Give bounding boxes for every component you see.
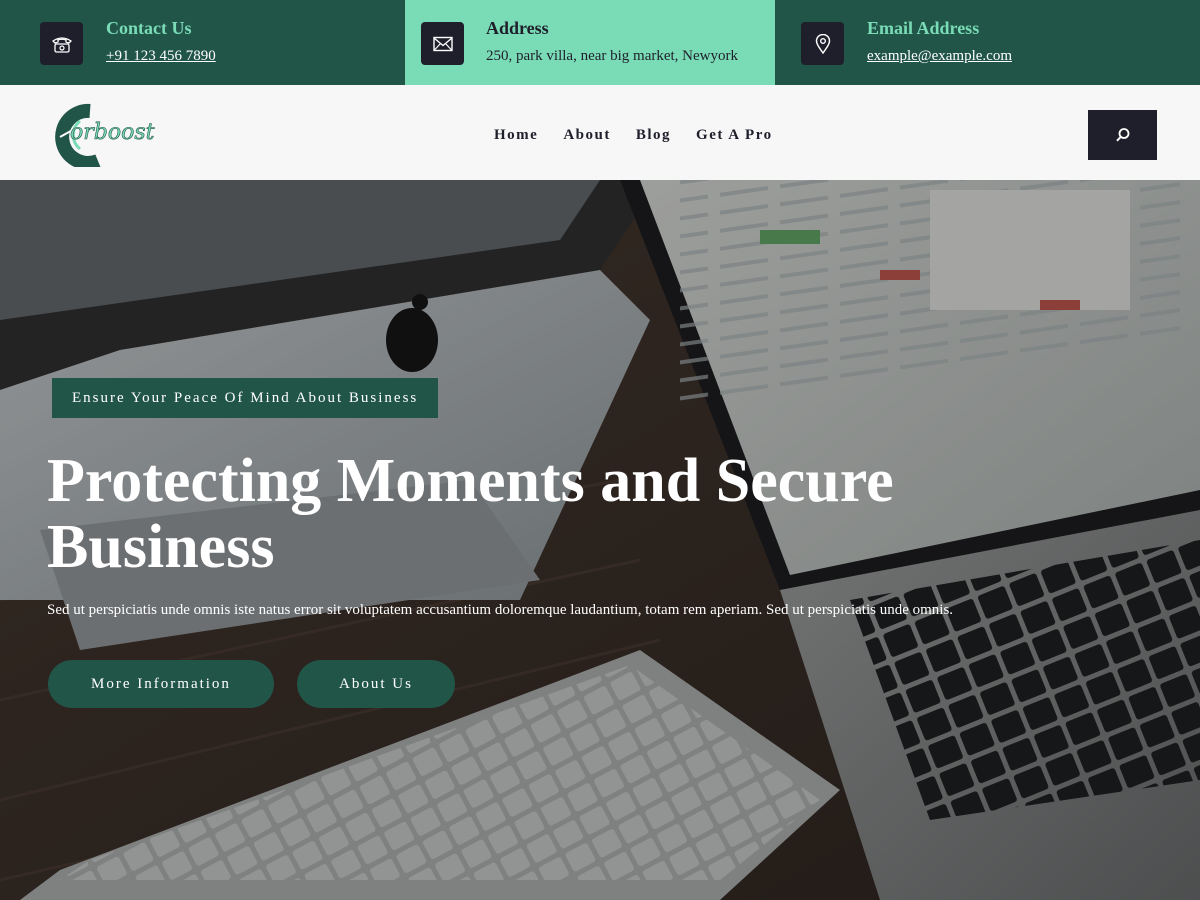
search-icon	[1115, 128, 1129, 142]
hero-title: Protecting Moments and Secure Business	[47, 447, 894, 581]
hero-description: Sed ut perspiciatis unde omnis iste natu…	[47, 602, 954, 618]
address-title: Address	[486, 18, 549, 38]
nav-get-a-pro[interactable]: Get A Pro	[696, 127, 773, 144]
contact-cell: Contact Us +91 123 456 7890	[0, 0, 405, 85]
site-header: orboost Home About Blog Get A Pro	[0, 85, 1200, 180]
search-button[interactable]	[1088, 110, 1157, 160]
main-nav: Home About Blog Get A Pro	[494, 127, 798, 144]
hero-tagline: Ensure Your Peace Of Mind About Business	[52, 378, 439, 418]
about-us-button[interactable]: About Us	[297, 660, 455, 708]
email-title: Email Address	[867, 18, 980, 38]
address-cell: Address 250, park villa, near big market…	[405, 0, 775, 85]
phone-icon	[40, 22, 83, 65]
email-cell: Email Address example@example.com	[775, 0, 1200, 85]
more-information-button[interactable]: More Information	[48, 660, 274, 708]
contact-title: Contact Us	[106, 18, 192, 38]
hero-section: Ensure Your Peace Of Mind About Business…	[0, 180, 1200, 900]
nav-about[interactable]: About	[563, 127, 611, 144]
nav-home[interactable]: Home	[494, 127, 538, 144]
mail-icon	[421, 22, 464, 65]
contact-phone-link[interactable]: +91 123 456 7890	[106, 48, 216, 65]
email-link[interactable]: example@example.com	[867, 48, 1012, 65]
address-text: 250, park villa, near big market, Newyor…	[486, 48, 739, 64]
svg-text:orboost: orboost	[70, 120, 155, 145]
top-contact-bar: Contact Us +91 123 456 7890 Address 250,…	[0, 0, 1200, 85]
site-logo[interactable]: orboost	[50, 103, 160, 170]
nav-blog[interactable]: Blog	[636, 127, 671, 144]
location-pin-icon	[801, 22, 844, 65]
